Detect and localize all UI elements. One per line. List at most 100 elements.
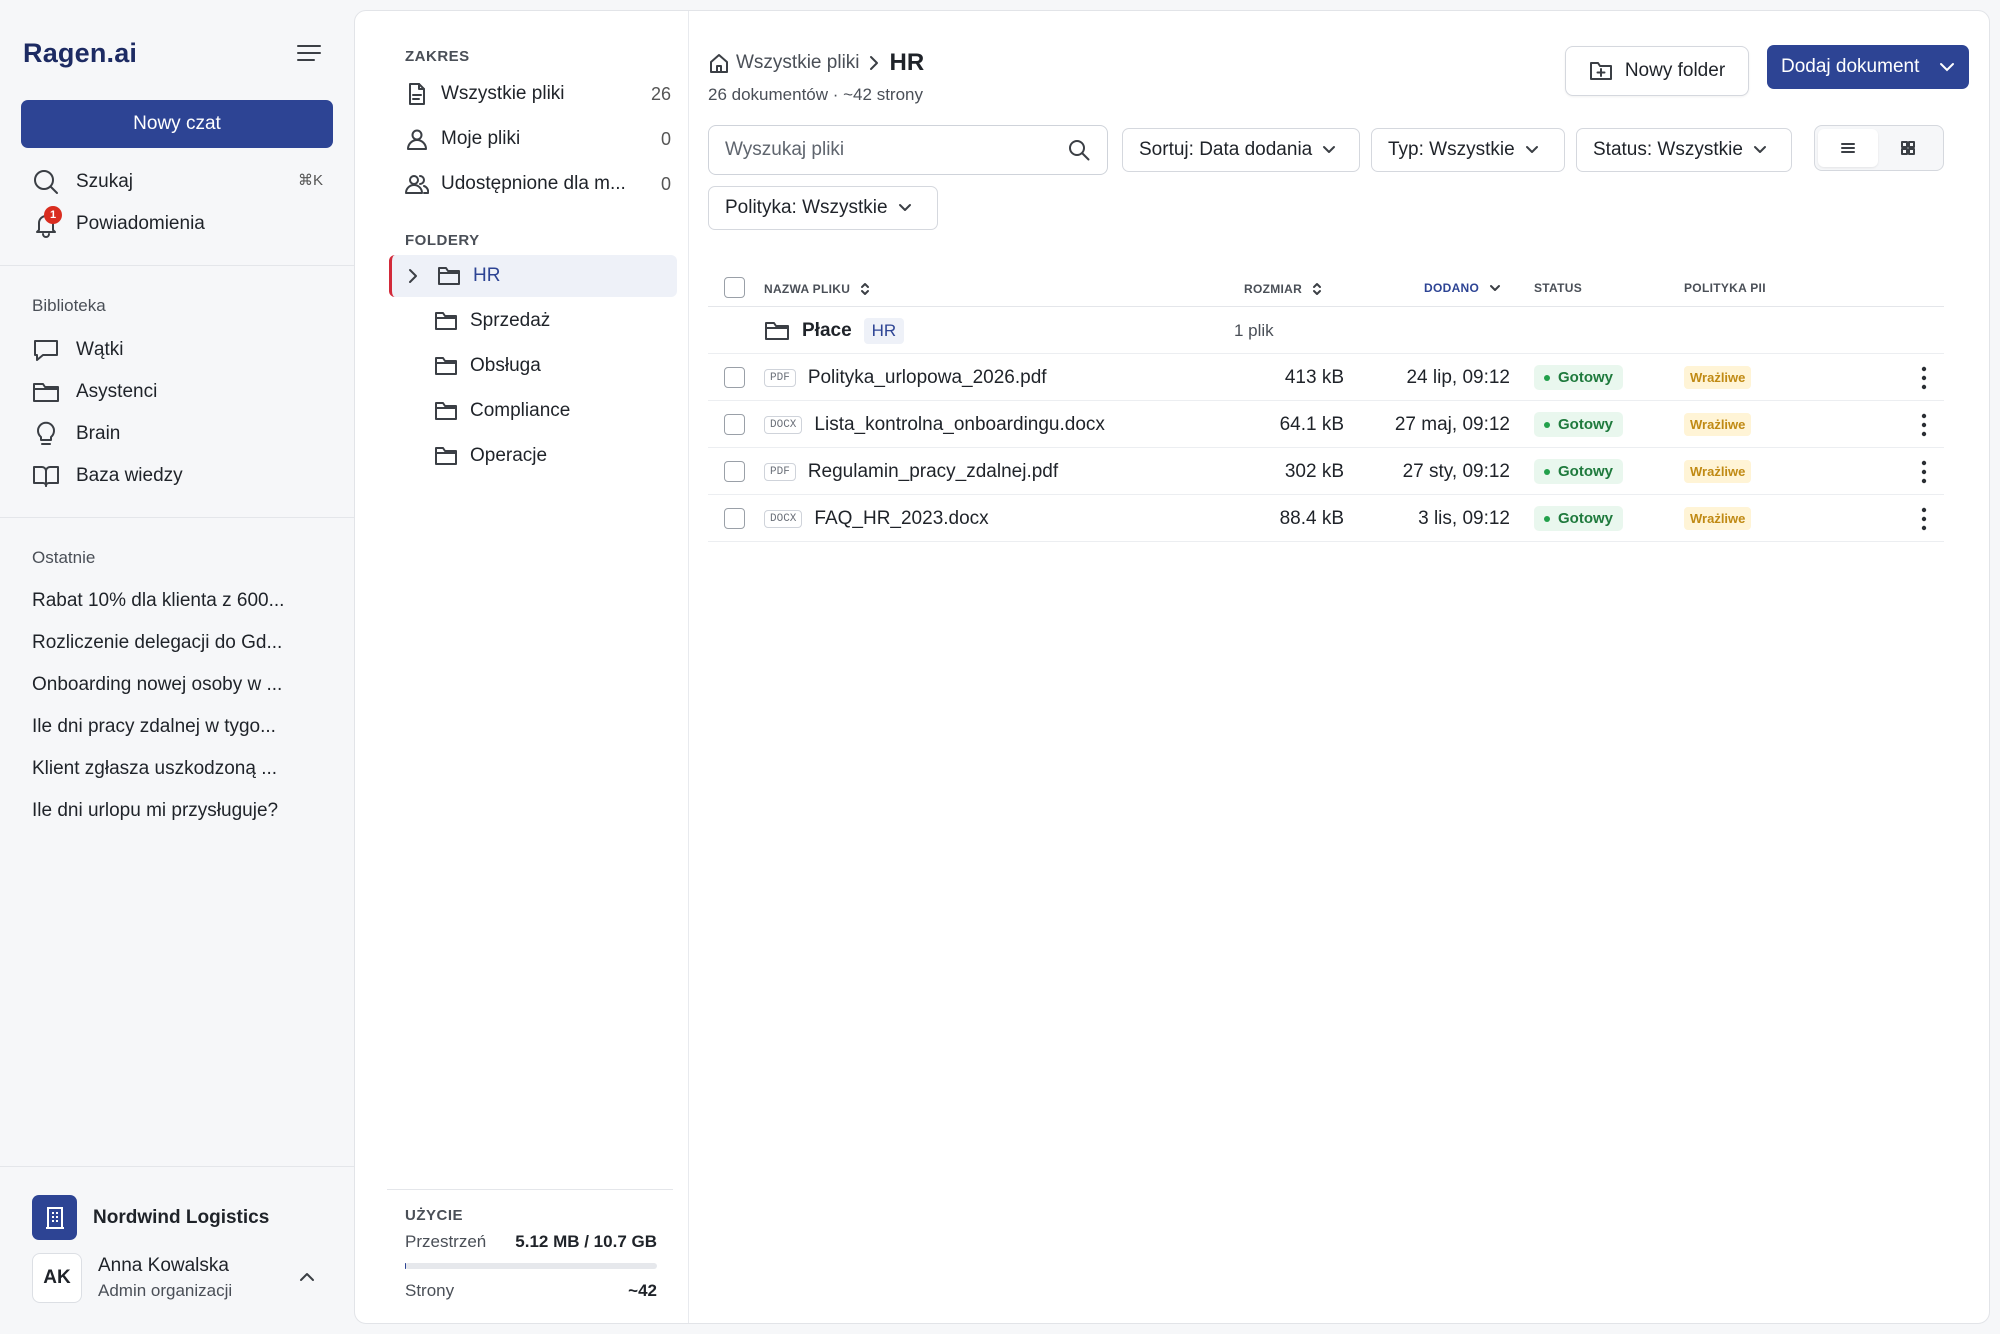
chat-bubble-icon — [32, 336, 60, 364]
more-options-icon[interactable] — [1914, 401, 1934, 448]
breadcrumb-root[interactable]: Wszystkie pliki — [736, 52, 860, 74]
user-name: Anna Kowalska — [98, 1255, 229, 1276]
column-name-label: NAZWA PLIKU — [764, 282, 851, 296]
status-badge: Gotowy — [1534, 506, 1623, 531]
more-options-icon[interactable] — [1914, 354, 1934, 401]
recent-chat-item[interactable]: Onboarding nowej osoby w ... — [32, 674, 282, 696]
recent-chat-item[interactable]: Rozliczenie delegacji do Gd... — [32, 632, 282, 654]
search-icon[interactable] — [1067, 138, 1091, 162]
column-size[interactable]: ROZMIAR — [1244, 281, 1322, 297]
folder-row-name: Płace — [802, 319, 852, 341]
chevron-down-icon[interactable] — [1939, 61, 1955, 73]
policy-dropdown-label: Polityka: Wszystkie — [725, 197, 888, 218]
table-row[interactable]: PDF Polityka_urlopowa_2026.pdf 413 kB 24… — [708, 354, 1944, 401]
policy-dropdown[interactable]: Polityka: Wszystkie — [708, 186, 938, 230]
status-text: Gotowy — [1558, 463, 1613, 480]
table-row[interactable]: DOCX Lista_kontrolna_onboardingu.docx 64… — [708, 401, 1944, 448]
main-panel: ZAKRES Wszystkie pliki 26 Moje pliki 0 U… — [354, 10, 1990, 1324]
new-chat-button[interactable]: Nowy czat — [21, 100, 333, 148]
recent-chat-item[interactable]: Ile dni urlopu mi przysługuje? — [32, 800, 278, 822]
scope-my-files[interactable]: Moje pliki 0 — [405, 121, 671, 157]
status-badge: Gotowy — [1534, 412, 1623, 437]
users-icon — [405, 172, 429, 196]
scope-label: Udostępnione dla m... — [441, 173, 626, 194]
type-dropdown[interactable]: Typ: Wszystkie — [1371, 128, 1565, 172]
scope-shared[interactable]: Udostępnione dla m... 0 — [405, 166, 671, 202]
pii-badge: Wrażliwe — [1684, 460, 1752, 483]
file-type-badge: PDF — [764, 368, 796, 387]
row-checkbox[interactable] — [724, 495, 745, 542]
search-nav-item[interactable]: Szukaj — [32, 165, 133, 199]
scope-all-files[interactable]: Wszystkie pliki 26 — [405, 76, 671, 112]
sidebar-item-asystenci[interactable]: Asystenci — [32, 375, 157, 409]
folders-section-title: FOLDERY — [405, 232, 480, 249]
folder-operacje[interactable]: Operacje — [389, 435, 677, 477]
sort-dropdown[interactable]: Sortuj: Data dodania — [1122, 128, 1360, 172]
file-added: 24 lip, 09:12 — [1406, 366, 1510, 388]
user-role: Admin organizacji — [98, 1281, 233, 1300]
table-row[interactable]: PDF Regulamin_pracy_zdalnej.pdf 302 kB 2… — [708, 448, 1944, 495]
row-checkbox[interactable] — [724, 354, 745, 401]
file-added: 27 maj, 09:12 — [1394, 413, 1510, 435]
folder-compliance[interactable]: Compliance — [389, 390, 677, 432]
space-usage-row: Przestrzeń 5.12 MB / 10.7 GB — [405, 1232, 657, 1252]
row-checkbox[interactable] — [724, 401, 745, 448]
recent-chat-item[interactable]: Ile dni pracy zdalnej w tygo... — [32, 716, 276, 738]
chevron-up-icon[interactable] — [298, 1271, 316, 1283]
organization-name: Nordwind Logistics — [93, 1206, 270, 1228]
column-name[interactable]: NAZWA PLIKU — [764, 281, 870, 297]
file-icon — [405, 82, 429, 106]
table-row-folder[interactable]: Płace HR 1 plik — [708, 307, 1944, 354]
menu-toggle-icon[interactable] — [296, 42, 326, 68]
sidebar-item-baza-wiedzy[interactable]: Baza wiedzy — [32, 459, 183, 493]
row-checkbox[interactable] — [724, 448, 745, 495]
app-logo[interactable]: Ragen.ai — [23, 38, 137, 69]
file-size: 413 kB — [1284, 366, 1344, 388]
new-folder-label: Nowy folder — [1624, 60, 1726, 81]
table-header: NAZWA PLIKU ROZMIAR DODANO STATUS POLITY… — [708, 267, 1944, 307]
file-name[interactable]: Lista_kontrolna_onboardingu.docx — [814, 414, 1105, 436]
book-icon — [32, 462, 60, 490]
column-policy[interactable]: POLITYKA PII — [1684, 281, 1766, 295]
usage-title: UŻYCIE — [405, 1207, 464, 1224]
folder-row-tag: HR — [863, 317, 905, 344]
sidebar-item-label: Brain — [76, 423, 121, 444]
file-name[interactable]: FAQ_HR_2023.docx — [814, 508, 988, 530]
organization-switcher[interactable]: Nordwind Logistics — [32, 1195, 269, 1240]
file-name-cell: DOCX FAQ_HR_2023.docx — [764, 495, 989, 542]
file-name[interactable]: Polityka_urlopowa_2026.pdf — [808, 367, 1047, 389]
recent-chat-item[interactable]: Rabat 10% dla klienta z 600... — [32, 590, 284, 612]
folder-sprzedaz[interactable]: Sprzedaż — [389, 300, 677, 342]
grid-view-button[interactable] — [1878, 129, 1938, 167]
chevron-right-icon[interactable] — [407, 268, 423, 284]
sidebar-item-watki[interactable]: Wątki — [32, 333, 124, 367]
file-name[interactable]: Regulamin_pracy_zdalnej.pdf — [808, 461, 1058, 483]
status-text: Gotowy — [1558, 510, 1613, 527]
list-view-button[interactable] — [1818, 129, 1878, 167]
file-size: 88.4 kB — [1279, 507, 1344, 529]
more-options-icon[interactable] — [1914, 495, 1934, 542]
folder-hr[interactable]: HR — [389, 255, 677, 297]
home-icon[interactable] — [708, 52, 730, 74]
notifications-nav-item[interactable]: 1 Powiadomienia — [32, 206, 205, 241]
add-document-label: Dodaj dokument — [1781, 56, 1920, 77]
pii-badge: Wrażliwe — [1684, 507, 1752, 530]
select-all-checkbox[interactable] — [724, 277, 745, 298]
user-menu[interactable]: AK Anna Kowalska Admin organizacji — [32, 1253, 322, 1303]
search-input[interactable]: Wyszukaj pliki — [708, 125, 1108, 175]
column-added-label: DODANO — [1424, 281, 1480, 295]
scope-label: Moje pliki — [441, 128, 521, 149]
list-icon — [1841, 143, 1855, 153]
folder-obsluga[interactable]: Obsługa — [389, 345, 677, 387]
table-row[interactable]: DOCX FAQ_HR_2023.docx 88.4 kB 3 lis, 09:… — [708, 495, 1944, 542]
sidebar-item-brain[interactable]: Brain — [32, 417, 120, 451]
add-document-button[interactable]: Dodaj dokument — [1767, 45, 1969, 89]
more-options-icon[interactable] — [1914, 448, 1934, 495]
new-folder-button[interactable]: Nowy folder — [1565, 46, 1749, 96]
column-added[interactable]: DODANO — [1424, 281, 1501, 295]
recent-chat-item[interactable]: Klient zgłasza uszkodzoną ... — [32, 758, 277, 780]
folder-label: Operacje — [470, 445, 548, 466]
status-dropdown[interactable]: Status: Wszystkie — [1576, 128, 1792, 172]
folder-icon — [437, 265, 461, 287]
column-status[interactable]: STATUS — [1534, 281, 1582, 295]
